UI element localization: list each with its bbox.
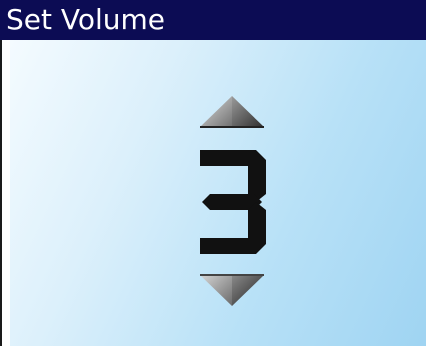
volume-digit: [200, 150, 266, 254]
dialog-title: Set Volume: [0, 0, 426, 40]
frame-edge: [0, 40, 2, 346]
triangle-down-icon[interactable]: [198, 272, 266, 308]
volume-screen: Set Volume 3: [0, 0, 436, 354]
triangle-up-icon[interactable]: [198, 94, 266, 130]
